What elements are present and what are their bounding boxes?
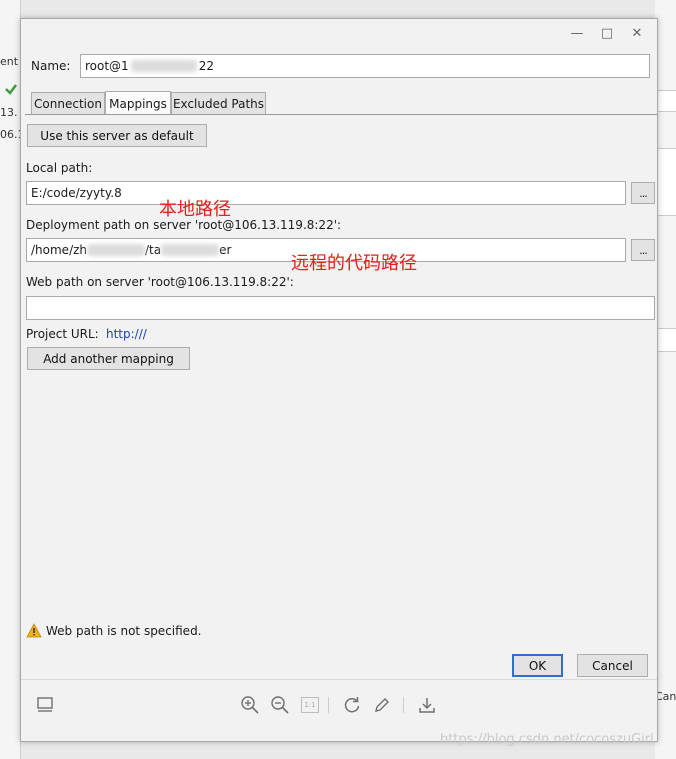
project-url-label: Project URL: (26, 327, 99, 341)
toolbar-separator (403, 697, 404, 713)
actual-size-label: 1:1 (301, 697, 319, 713)
zoom-out-icon[interactable] (269, 694, 291, 716)
deployment-path-segment: er (219, 243, 232, 257)
checkmark-icon (4, 82, 18, 96)
cancel-button[interactable]: Cancel (577, 654, 648, 677)
download-icon[interactable] (416, 694, 438, 716)
background-fragment: 13. (0, 106, 18, 119)
close-button[interactable]: ✕ (621, 19, 653, 47)
use-as-default-button[interactable]: Use this server as default (27, 124, 207, 147)
project-url-link[interactable]: http:/// (106, 327, 147, 341)
name-value-start: root@1 (85, 59, 129, 73)
local-path-browse-button[interactable]: ... (631, 182, 655, 204)
deployment-path-segment: /ta (145, 243, 162, 257)
layout-icon[interactable] (34, 694, 56, 716)
background-field (656, 328, 676, 352)
background-fragment: Canc (655, 690, 676, 703)
add-mapping-button[interactable]: Add another mapping (27, 347, 190, 370)
deployment-dialog: — □ ✕ Name: root@1 22 Connection Mapping… (20, 18, 658, 742)
local-path-input[interactable]: E:/code/zyyty.8 (26, 181, 626, 205)
deployment-path-browse-button[interactable]: ... (631, 239, 655, 261)
warning-text: Web path is not specified. (46, 624, 202, 638)
name-label: Name: (31, 59, 71, 73)
tab-excluded-paths[interactable]: Excluded Paths (171, 92, 266, 114)
maximize-button[interactable]: □ (591, 19, 623, 47)
actual-size-icon[interactable]: 1:1 (299, 694, 321, 716)
redacted-text (161, 244, 220, 256)
edit-icon[interactable] (371, 694, 393, 716)
deployment-path-label: Deployment path on server 'root@106.13.1… (26, 218, 342, 232)
background-fragment: ent (0, 55, 19, 68)
minimize-button[interactable]: — (561, 19, 593, 47)
name-value-end: 22 (198, 59, 214, 73)
toolbar-separator (328, 697, 329, 713)
name-input[interactable]: root@1 22 (80, 54, 650, 78)
toolbar-divider (21, 679, 657, 680)
redacted-text (130, 60, 197, 72)
background-window-right (655, 0, 676, 759)
watermark: https://blog.csdn.net/cocoszuGirl (440, 732, 654, 747)
refresh-icon[interactable] (341, 694, 363, 716)
ok-button[interactable]: OK (512, 654, 563, 677)
background-field (656, 90, 676, 112)
tab-divider (25, 114, 657, 115)
deployment-path-annotation: 远程的代码路径 (291, 253, 417, 274)
tab-connection[interactable]: Connection (31, 92, 105, 114)
tab-mappings[interactable]: Mappings (105, 91, 171, 115)
web-path-input[interactable] (26, 296, 655, 320)
title-bar: — □ ✕ (21, 19, 657, 47)
background-field (656, 148, 676, 216)
deployment-path-segment: /home/zh (31, 243, 88, 257)
redacted-text (87, 244, 146, 256)
warning-icon (26, 623, 42, 639)
local-path-label: Local path: (26, 161, 93, 175)
web-path-label: Web path on server 'root@106.13.119.8:22… (26, 275, 294, 289)
zoom-in-icon[interactable] (239, 694, 261, 716)
